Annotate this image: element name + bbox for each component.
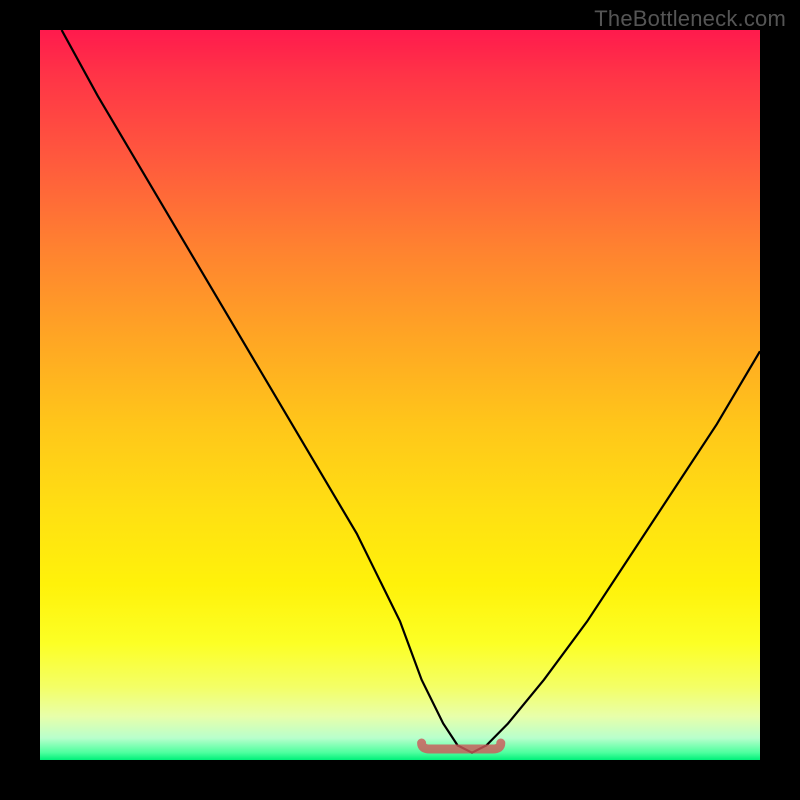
watermark-label: TheBottleneck.com	[594, 6, 786, 32]
bottleneck-curve	[62, 30, 760, 753]
plot-area	[40, 30, 760, 760]
chart-svg	[40, 30, 760, 760]
chart-frame: TheBottleneck.com	[0, 0, 800, 800]
